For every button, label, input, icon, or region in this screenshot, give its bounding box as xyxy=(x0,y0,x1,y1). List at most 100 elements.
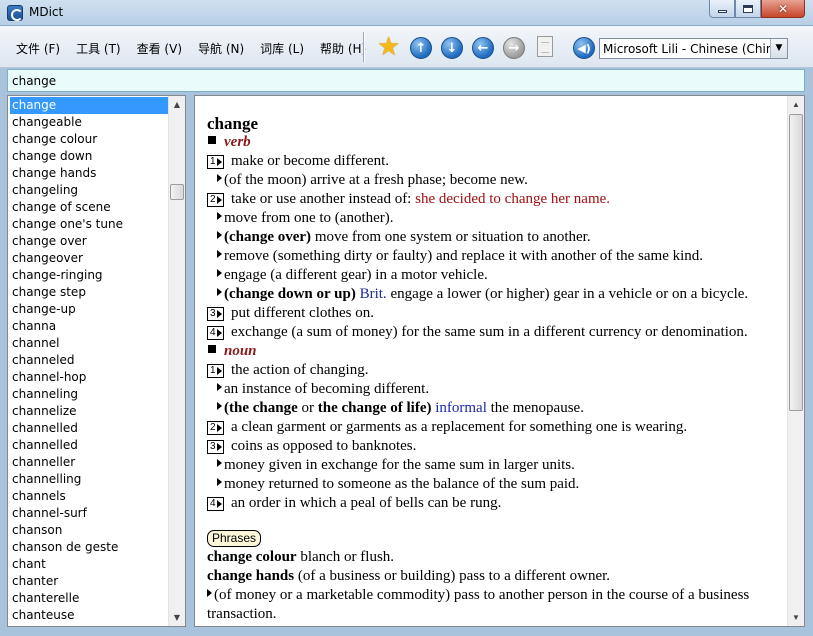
forward-button[interactable]: → xyxy=(503,37,525,59)
word-list-item[interactable]: change xyxy=(10,97,168,114)
menu-tools[interactable]: 工具 (T) xyxy=(68,40,129,57)
sense-text: money given in exchange for the same sum… xyxy=(224,457,575,473)
title-bar: MDict ✕ xyxy=(0,0,813,26)
scroll-down-arrow-icon[interactable]: ▼ xyxy=(169,609,185,626)
search-input[interactable] xyxy=(12,72,792,90)
speak-button[interactable]: ◀) xyxy=(573,37,595,59)
sub-sense-line: (change over) move from one system or si… xyxy=(217,228,591,247)
word-list-item[interactable]: chanter xyxy=(10,573,168,590)
voice-selected-value: Microsoft Lili - Chinese (China) xyxy=(603,42,786,56)
phrase-term[interactable]: change colour xyxy=(207,549,297,565)
word-list-item[interactable]: chanson xyxy=(10,522,168,539)
menu-bar: 文件 (F) 工具 (T) 查看 (V) 导航 (N) 词库 (L) 帮助 (H… xyxy=(8,40,374,57)
entry-headword: change xyxy=(207,114,258,133)
minimize-button[interactable] xyxy=(709,0,735,18)
scroll-down-arrow-icon[interactable]: ▼ xyxy=(788,609,804,626)
sense-text: remove (something dirty or faulty) and r… xyxy=(224,248,704,264)
sense-number: 1 xyxy=(207,155,224,169)
word-list-item[interactable]: change one's tune xyxy=(10,216,168,233)
sense-connector: or xyxy=(297,400,318,416)
phrase-line: change colour blanch or flush. xyxy=(207,548,394,567)
word-list-item[interactable]: chanteuse xyxy=(10,607,168,624)
word-list-item[interactable]: change colour xyxy=(10,131,168,148)
word-list-item[interactable]: channeling xyxy=(10,386,168,403)
word-list-item[interactable]: changeover xyxy=(10,250,168,267)
chevron-down-icon[interactable]: ▼ xyxy=(770,39,787,58)
word-list-item[interactable]: channel-surf xyxy=(10,505,168,522)
pos-verb: verb xyxy=(207,133,251,152)
window-title: MDict xyxy=(29,5,64,19)
pos-noun: noun xyxy=(207,342,257,361)
definition-scroll-thumb[interactable] xyxy=(789,114,803,411)
back-button[interactable]: ← xyxy=(472,37,494,59)
maximize-button[interactable] xyxy=(735,0,761,18)
word-list-item[interactable]: channelled xyxy=(10,437,168,454)
sense-phrase: (change down or up) xyxy=(224,286,356,302)
word-list-item[interactable]: channeled xyxy=(10,352,168,369)
word-list-item[interactable]: chanterelle xyxy=(10,590,168,607)
sense-line: 4 exchange (a sum of money) for the same … xyxy=(207,323,748,342)
close-button[interactable]: ✕ xyxy=(761,0,805,18)
word-list-item[interactable]: changeable xyxy=(10,114,168,131)
pos-noun-label: noun xyxy=(224,343,257,359)
favorite-star-icon[interactable]: ★ xyxy=(377,33,400,61)
register-label: informal xyxy=(431,400,487,416)
register-label: Brit. xyxy=(355,286,387,302)
sense-number: 2 xyxy=(207,421,224,435)
voice-select[interactable]: Microsoft Lili - Chinese (China) ▼ xyxy=(599,38,788,59)
sense-text: the menopause. xyxy=(486,400,584,416)
word-list-item[interactable]: channelling xyxy=(10,471,168,488)
word-list-item[interactable]: change step xyxy=(10,284,168,301)
toolbar-separator xyxy=(363,32,365,62)
sense-line: 1 make or become different. xyxy=(207,152,389,171)
sense-line: 4 an order in which a peal of bells can b… xyxy=(207,494,501,513)
word-list-item[interactable]: change hands xyxy=(10,165,168,182)
definition-scrollbar[interactable]: ▲ ▼ xyxy=(787,96,804,626)
close-icon: ✕ xyxy=(777,1,789,16)
sense-text: an order in which a peal of bells can be… xyxy=(231,495,502,511)
sense-text: move from one system or situation to ano… xyxy=(311,229,591,245)
word-list-item[interactable]: change of scene xyxy=(10,199,168,216)
triangle-icon xyxy=(217,231,222,239)
word-list-item[interactable]: chant xyxy=(10,556,168,573)
sense-number: 3 xyxy=(207,307,224,321)
word-list-item[interactable]: chanson de geste xyxy=(10,539,168,556)
menu-navigate[interactable]: 导航 (N) xyxy=(190,40,252,57)
sub-sense-line: move from one to (another). xyxy=(217,209,394,228)
word-list-item[interactable]: channel xyxy=(10,335,168,352)
phrase-term[interactable]: change hands xyxy=(207,568,294,584)
word-list-item[interactable]: channelize xyxy=(10,403,168,420)
word-list-item[interactable]: channels xyxy=(10,488,168,505)
sense-text: an instance of becoming different. xyxy=(224,381,430,397)
menu-library[interactable]: 词库 (L) xyxy=(252,40,312,57)
sense-line: 3 coins as opposed to banknotes. xyxy=(207,437,416,456)
menu-file[interactable]: 文件 (F) xyxy=(8,40,68,57)
word-list-item[interactable]: channeller xyxy=(10,454,168,471)
sub-sense-line: an instance of becoming different. xyxy=(217,380,429,399)
word-list-item[interactable]: channelled xyxy=(10,420,168,437)
word-list-item[interactable]: change over xyxy=(10,233,168,250)
copy-document-icon[interactable] xyxy=(537,36,553,57)
word-list-scroll-thumb[interactable] xyxy=(170,184,184,200)
menu-view[interactable]: 查看 (V) xyxy=(129,40,190,57)
next-down-button[interactable]: ↓ xyxy=(441,37,463,59)
word-list-item[interactable]: channel-hop xyxy=(10,369,168,386)
word-list-item[interactable]: change-ringing xyxy=(10,267,168,284)
word-list-scrollbar[interactable]: ▲ ▼ xyxy=(168,96,185,626)
search-bar xyxy=(7,69,805,92)
sense-text: exchange (a sum of money) for the same s… xyxy=(231,324,748,340)
scroll-up-arrow-icon[interactable]: ▲ xyxy=(169,96,185,113)
sense-text: take or use another instead of: xyxy=(231,191,416,207)
sense-line: 3 put different clothes on. xyxy=(207,304,374,323)
word-list-item[interactable]: change down xyxy=(10,148,168,165)
word-list-item[interactable]: change-up xyxy=(10,301,168,318)
scroll-up-arrow-icon[interactable]: ▲ xyxy=(788,96,804,113)
sub-sense-line: (change down or up) Brit. engage a lower… xyxy=(217,285,748,304)
word-list-item[interactable]: changeling xyxy=(10,182,168,199)
example-text: she decided to change her name. xyxy=(415,191,611,207)
phrases-badge[interactable]: Phrases xyxy=(207,530,262,547)
word-list-item[interactable]: channa xyxy=(10,318,168,335)
sense-number: 4 xyxy=(207,326,224,340)
sense-text: money returned to someone as the balance… xyxy=(224,476,580,492)
previous-up-button[interactable]: ↑ xyxy=(410,37,432,59)
